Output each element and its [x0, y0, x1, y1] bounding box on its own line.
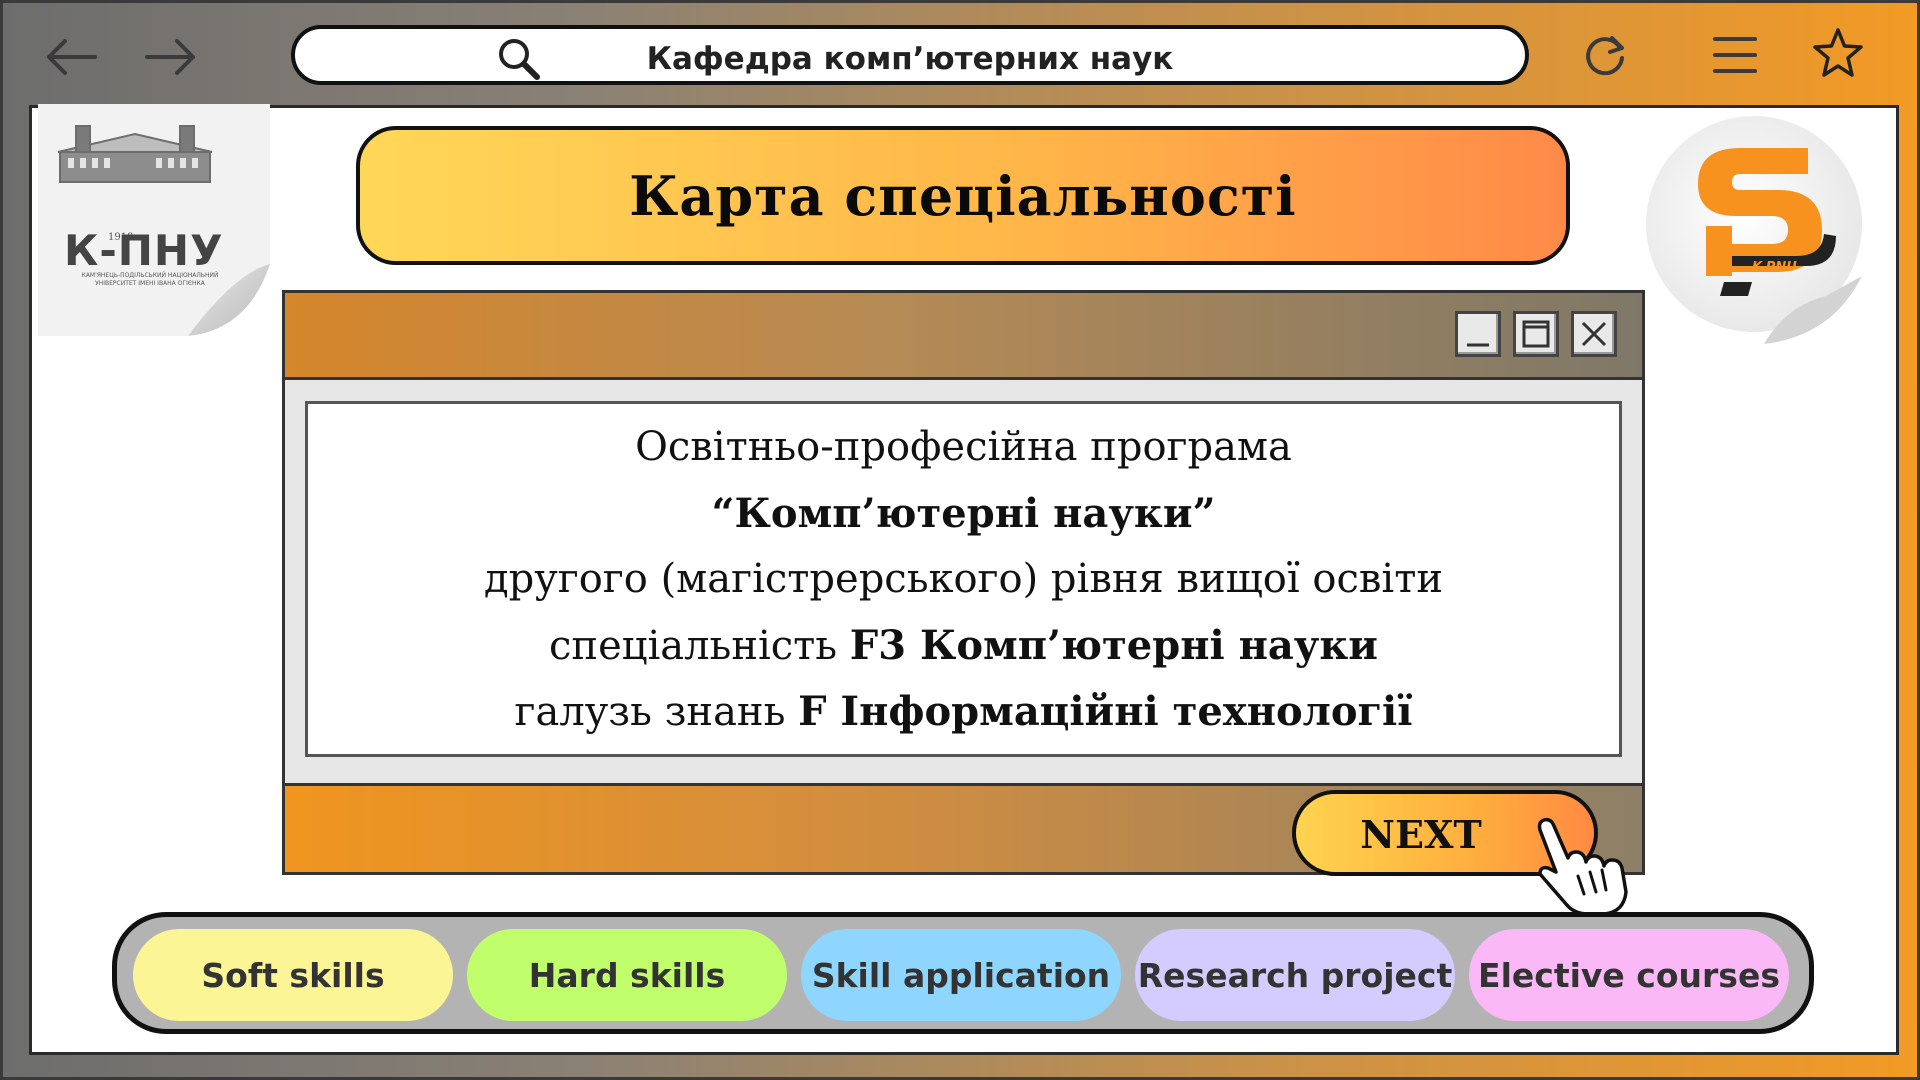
address-bar[interactable]: Кафедра комп’ютерних наук	[291, 25, 1529, 85]
program-name: “Комп’ютерні науки”	[711, 490, 1216, 537]
reload-button[interactable]	[1577, 27, 1633, 83]
tab-hard-skills[interactable]: Hard skills	[467, 929, 787, 1021]
reload-icon	[1586, 36, 1624, 76]
star-icon	[1813, 28, 1863, 77]
program-level: другого (магістрерського) рівня вищої ос…	[484, 556, 1443, 602]
close-button[interactable]	[1571, 311, 1617, 357]
page-title: Карта спеціальності	[629, 163, 1297, 228]
tab-elective-courses[interactable]: Elective courses	[1469, 929, 1789, 1021]
window-title-bar	[285, 293, 1642, 380]
tab-label: Hard skills	[528, 955, 726, 995]
program-field: галузь знань F Інформаційні технології	[308, 688, 1619, 735]
bookmark-button[interactable]	[1807, 23, 1869, 83]
address-bar-title: Кафедра комп’ютерних наук	[646, 41, 1174, 77]
program-description: Освітньо-професійна програма “Комп’ютерн…	[305, 401, 1622, 757]
close-icon	[1581, 321, 1607, 347]
logo-caption-line-2: УНІВЕРСИТЕТ ІМЕНІ ІВАНА ОГІЄНКА	[95, 280, 205, 287]
maximize-icon	[1522, 320, 1550, 348]
tab-soft-skills[interactable]: Soft skills	[133, 929, 453, 1021]
tab-research-project[interactable]: Research project	[1135, 929, 1455, 1021]
section-tab-bar: Soft skills Hard skills Skill applicatio…	[112, 912, 1814, 1034]
university-logo-sticker: 1918 К-ПНУ КАМ'ЯНЕЦЬ-ПОДІЛЬСЬКИЙ НАЦІОНА…	[38, 104, 270, 336]
forward-button[interactable]	[141, 33, 201, 81]
specialty-value: F3 Комп’ютерні науки	[849, 622, 1378, 669]
tab-skill-application[interactable]: Skill application	[801, 929, 1121, 1021]
field-prefix: галузь знань	[514, 689, 799, 735]
program-specialty: спеціальність F3 Комп’ютерні науки	[308, 622, 1619, 669]
logo-caption-line-1: КАМ'ЯНЕЦЬ-ПОДІЛЬСЬКИЙ НАЦІОНАЛЬНИЙ	[81, 272, 219, 279]
hand-pointer-icon	[1537, 817, 1628, 916]
tab-label: Soft skills	[201, 955, 385, 995]
logo-abbreviation: К-ПНУ	[64, 226, 224, 275]
minimize-button[interactable]	[1455, 311, 1501, 357]
arrow-right-icon	[145, 39, 195, 75]
specialty-prefix: спеціальність	[549, 623, 850, 669]
arrow-left-icon	[47, 39, 97, 75]
minimize-icon	[1467, 343, 1489, 347]
next-button-label: NEXT	[1360, 812, 1482, 857]
menu-button[interactable]	[1707, 27, 1763, 83]
program-info-window: Освітньо-професійна програма “Комп’ютерн…	[282, 290, 1645, 875]
field-value: F Інформаційні технології	[798, 688, 1413, 735]
back-button[interactable]	[41, 33, 101, 81]
logo-mark-text: K-PNU	[1752, 260, 1797, 275]
tab-label: Skill application	[811, 955, 1111, 995]
kpnu-s-logo-sticker: K-PNU	[1636, 106, 1884, 354]
hamburger-menu-icon	[1713, 37, 1757, 73]
tab-label: Research project	[1137, 955, 1453, 995]
maximize-button[interactable]	[1513, 311, 1559, 357]
page-title-banner: Карта спеціальності	[356, 126, 1570, 265]
tab-label: Elective courses	[1478, 955, 1780, 995]
program-type: Освітньо-професійна програма	[635, 424, 1292, 470]
